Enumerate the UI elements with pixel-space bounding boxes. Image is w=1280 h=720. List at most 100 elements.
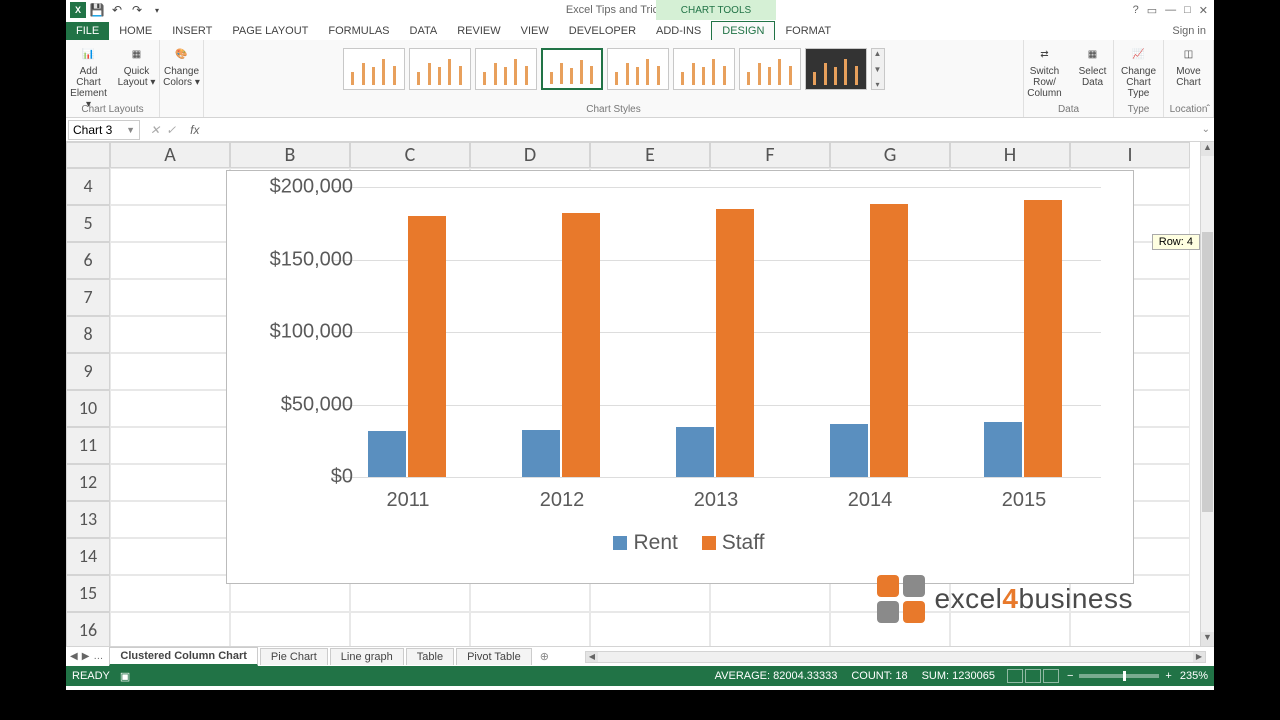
chart-style-5[interactable] bbox=[607, 48, 669, 90]
hscroll-left-icon[interactable]: ◀ bbox=[586, 652, 598, 662]
sign-in-link[interactable]: Sign in bbox=[1164, 22, 1214, 40]
sheet-next-icon[interactable]: ▶ bbox=[82, 651, 90, 662]
column-header[interactable]: D bbox=[470, 142, 590, 168]
column-header[interactable]: G bbox=[830, 142, 950, 168]
move-chart-button[interactable]: ◫Move Chart bbox=[1167, 44, 1211, 88]
minimize-icon[interactable]: — bbox=[1165, 4, 1176, 17]
cell[interactable] bbox=[590, 612, 710, 649]
change-colors-button[interactable]: 🎨Change Colors ▾ bbox=[160, 44, 204, 88]
chart-style-8[interactable] bbox=[805, 48, 867, 90]
macro-record-icon[interactable]: ▣ bbox=[120, 670, 130, 683]
chart-styles-gallery[interactable]: ▲▼▾ bbox=[343, 42, 885, 104]
page-break-view-icon[interactable] bbox=[1043, 669, 1059, 683]
chart-style-6[interactable] bbox=[673, 48, 735, 90]
tab-formulas[interactable]: FORMULAS bbox=[318, 22, 399, 40]
expand-formula-bar-icon[interactable]: ⌄ bbox=[1202, 124, 1214, 135]
chart-style-4-selected[interactable] bbox=[541, 48, 603, 90]
plot-area[interactable] bbox=[331, 187, 1101, 477]
row-header[interactable]: 6 bbox=[66, 242, 110, 279]
view-buttons[interactable] bbox=[1007, 669, 1059, 683]
sheet-tab-pivot-table[interactable]: Pivot Table bbox=[456, 648, 532, 665]
tab-file[interactable]: FILE bbox=[66, 22, 109, 40]
horizontal-scrollbar[interactable]: ◀ ▶ bbox=[585, 651, 1206, 663]
tab-addins[interactable]: ADD-INS bbox=[646, 22, 711, 40]
scroll-up-icon[interactable]: ▲ bbox=[1201, 142, 1214, 156]
zoom-slider[interactable] bbox=[1079, 674, 1159, 678]
tab-developer[interactable]: DEVELOPER bbox=[559, 22, 646, 40]
cell[interactable] bbox=[110, 205, 230, 242]
enter-formula-icon[interactable]: ✓ bbox=[166, 123, 176, 137]
cell[interactable] bbox=[110, 538, 230, 575]
normal-view-icon[interactable] bbox=[1007, 669, 1023, 683]
select-data-button[interactable]: ▦Select Data bbox=[1071, 44, 1115, 88]
cell[interactable] bbox=[110, 427, 230, 464]
chart-style-7[interactable] bbox=[739, 48, 801, 90]
row-header[interactable]: 7 bbox=[66, 279, 110, 316]
chart-legend[interactable]: Rent Staff bbox=[227, 531, 1133, 555]
close-icon[interactable]: ✕ bbox=[1199, 4, 1208, 17]
vertical-scrollbar[interactable]: ▲ ▼ bbox=[1200, 142, 1214, 646]
column-header[interactable]: A bbox=[110, 142, 230, 168]
redo-icon[interactable]: ↷ bbox=[128, 1, 146, 19]
row-header[interactable]: 16 bbox=[66, 612, 110, 649]
row-header[interactable]: 8 bbox=[66, 316, 110, 353]
sheet-tab-clustered-column[interactable]: Clustered Column Chart bbox=[109, 647, 258, 666]
zoom-in-icon[interactable]: + bbox=[1165, 670, 1171, 682]
chart-style-3[interactable] bbox=[475, 48, 537, 90]
cell[interactable] bbox=[110, 501, 230, 538]
column-header[interactable]: F bbox=[710, 142, 830, 168]
tab-home[interactable]: HOME bbox=[109, 22, 162, 40]
chart-bar[interactable] bbox=[562, 213, 600, 477]
change-chart-type-button[interactable]: 📈Change Chart Type bbox=[1117, 44, 1161, 99]
column-header[interactable]: E bbox=[590, 142, 710, 168]
add-chart-element-button[interactable]: 📊Add Chart Element ▾ bbox=[67, 44, 111, 110]
cell[interactable] bbox=[110, 464, 230, 501]
column-header[interactable]: B bbox=[230, 142, 350, 168]
page-layout-view-icon[interactable] bbox=[1025, 669, 1041, 683]
chart-bar[interactable] bbox=[408, 216, 446, 477]
row-header[interactable]: 10 bbox=[66, 390, 110, 427]
row-header[interactable]: 12 bbox=[66, 464, 110, 501]
cell[interactable] bbox=[710, 612, 830, 649]
row-header[interactable]: 9 bbox=[66, 353, 110, 390]
row-header[interactable]: 5 bbox=[66, 205, 110, 242]
chart-bar[interactable] bbox=[1024, 200, 1062, 477]
chart-style-2[interactable] bbox=[409, 48, 471, 90]
cell[interactable] bbox=[110, 575, 230, 612]
tab-review[interactable]: REVIEW bbox=[447, 22, 510, 40]
cell[interactable] bbox=[470, 612, 590, 649]
column-headers[interactable]: ABCDEFGHI bbox=[110, 142, 1200, 168]
chart-bar[interactable] bbox=[676, 427, 714, 477]
tab-insert[interactable]: INSERT bbox=[162, 22, 222, 40]
collapse-ribbon-icon[interactable]: ˆ bbox=[1207, 104, 1210, 115]
quick-layout-button[interactable]: ▦Quick Layout ▾ bbox=[115, 44, 159, 88]
sheet-nav[interactable]: ◀▶… bbox=[66, 651, 107, 662]
sheet-tab-table[interactable]: Table bbox=[406, 648, 454, 665]
switch-row-column-button[interactable]: ⇄Switch Row/ Column bbox=[1023, 44, 1067, 99]
namebox-dropdown-icon[interactable]: ▼ bbox=[126, 125, 135, 135]
cancel-formula-icon[interactable]: ✕ bbox=[150, 123, 160, 137]
new-sheet-button[interactable]: ⊕ bbox=[532, 650, 557, 663]
chart-bar[interactable] bbox=[830, 424, 868, 477]
chart-style-1[interactable] bbox=[343, 48, 405, 90]
chart-object[interactable]: 20112012201320142015 Rent Staff excel4bu… bbox=[226, 170, 1134, 584]
maximize-icon[interactable]: □ bbox=[1184, 4, 1191, 17]
cell[interactable] bbox=[110, 353, 230, 390]
tab-page-layout[interactable]: PAGE LAYOUT bbox=[222, 22, 318, 40]
cell[interactable] bbox=[350, 612, 470, 649]
chart-bar[interactable] bbox=[522, 430, 560, 477]
zoom-out-icon[interactable]: − bbox=[1067, 670, 1073, 682]
cell[interactable] bbox=[110, 242, 230, 279]
chart-bar[interactable] bbox=[984, 422, 1022, 477]
column-header[interactable]: I bbox=[1070, 142, 1190, 168]
cell[interactable] bbox=[110, 316, 230, 353]
row-header[interactable]: 13 bbox=[66, 501, 110, 538]
hscroll-right-icon[interactable]: ▶ bbox=[1193, 652, 1205, 662]
row-headers[interactable]: 45678910111213141516 bbox=[66, 168, 110, 649]
cell[interactable] bbox=[110, 612, 230, 649]
row-header[interactable]: 14 bbox=[66, 538, 110, 575]
scroll-thumb[interactable] bbox=[1202, 232, 1213, 512]
chart-bar[interactable] bbox=[716, 209, 754, 477]
tab-data[interactable]: DATA bbox=[400, 22, 448, 40]
styles-scroll[interactable]: ▲▼▾ bbox=[871, 48, 885, 90]
